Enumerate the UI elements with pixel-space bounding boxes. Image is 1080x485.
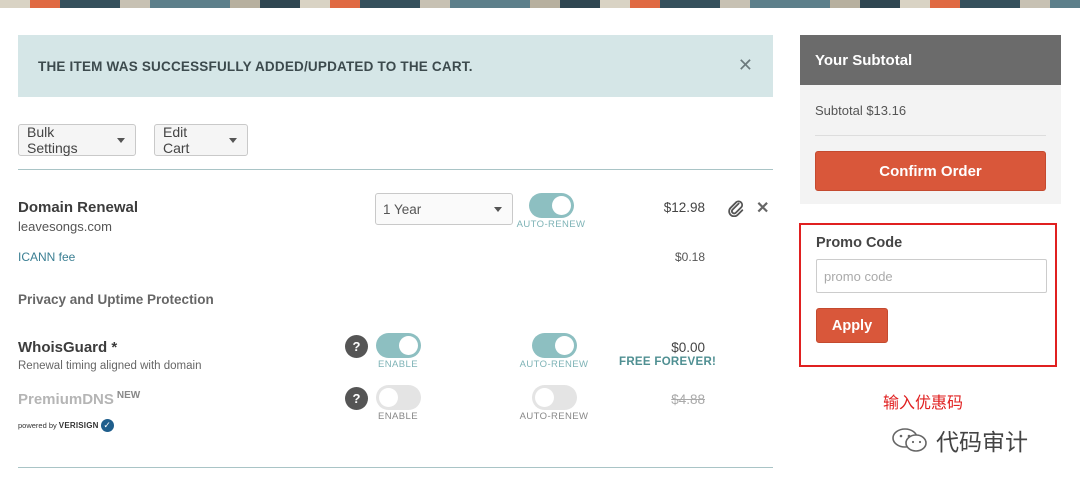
subtotal-heading: Your Subtotal [800,35,1061,85]
whoisguard-desc: Renewal timing aligned with domain [18,360,202,372]
promo-code-input[interactable] [816,259,1047,293]
renewal-domain: leavesongs.com [18,219,112,234]
icann-fee-price: $0.18 [674,250,705,264]
new-badge: NEW [116,390,141,401]
divider [18,169,773,170]
wechat-icon [892,428,927,452]
alert-message: THE ITEM WAS SUCCESSFULLY ADDED/UPDATED … [38,58,473,74]
apply-button[interactable]: Apply [816,308,888,343]
help-icon[interactable]: ? [345,387,368,410]
success-alert: THE ITEM WAS SUCCESSFULLY ADDED/UPDATED … [18,35,773,97]
premiumdns-name: PremiumDNS [18,391,114,408]
whoisguard-price: $0.00 [671,340,705,355]
promo-code-title: Promo Code [816,235,903,251]
header-banner-strip [0,0,1080,8]
divider [815,135,1046,136]
renewal-auto-renew-label: AUTO-RENEW [516,219,586,230]
watermark-text: 代码审计 [936,429,1028,455]
whoisguard-enable-toggle[interactable] [376,333,421,358]
whoisguard-auto-renew-toggle[interactable] [532,333,577,358]
promo-code-panel: Promo Code Apply [799,223,1057,367]
close-icon[interactable]: ✕ [738,55,753,76]
whoisguard-title: WhoisGuard * [18,339,118,356]
premiumdns-title: PremiumDNS NEW [18,390,140,408]
subtotal-panel: Your Subtotal Subtotal $13.16 Confirm Or… [800,35,1061,204]
premiumdns-enable-label: ENABLE [378,411,418,422]
help-icon[interactable]: ? [345,335,368,358]
watermark: 代码审计 [890,423,1028,457]
premiumdns-enable-toggle[interactable] [376,385,421,410]
confirm-order-button[interactable]: Confirm Order [815,151,1046,191]
divider [18,467,773,468]
premiumdns-auto-renew-toggle[interactable] [532,385,577,410]
chevron-down-icon [117,137,125,143]
premiumdns-price: $4.88 [671,392,705,407]
annotation-label: 输入优惠码 [883,395,964,412]
premiumdns-auto-renew-label: AUTO-RENEW [519,411,589,422]
renewal-title: Domain Renewal [18,199,139,216]
bulk-settings-label: Bulk Settings [27,124,78,156]
edit-cart-button[interactable]: Edit Cart [154,124,248,156]
chevron-down-icon [229,137,237,143]
verisign-label: VERISIGN [58,421,99,430]
remove-item-icon[interactable]: ✕ [756,198,769,218]
term-value: 1 Year [383,201,422,217]
icann-fee-link[interactable]: ICANN fee [18,250,75,264]
whoisguard-enable-label: ENABLE [378,359,418,370]
edit-cart-label: Edit Cart [163,124,190,156]
free-forever-label: FREE FOREVER! [619,356,717,368]
renewal-auto-renew-toggle[interactable] [529,193,574,218]
paperclip-icon[interactable] [727,199,745,217]
privacy-section-heading: Privacy and Uptime Protection [18,292,214,307]
powered-by-label: powered by [18,421,57,430]
renewal-term-select[interactable]: 1 Year [375,193,513,225]
renewal-price: $12.98 [663,200,705,215]
bulk-settings-button[interactable]: Bulk Settings [18,124,136,156]
checkmark-icon: ✓ [100,419,114,432]
chevron-down-icon [494,206,502,212]
verisign-logo: powered by VERISIGN ✓ [18,419,114,432]
whoisguard-auto-renew-label: AUTO-RENEW [519,359,589,370]
subtotal-amount: Subtotal $13.16 [815,103,907,118]
